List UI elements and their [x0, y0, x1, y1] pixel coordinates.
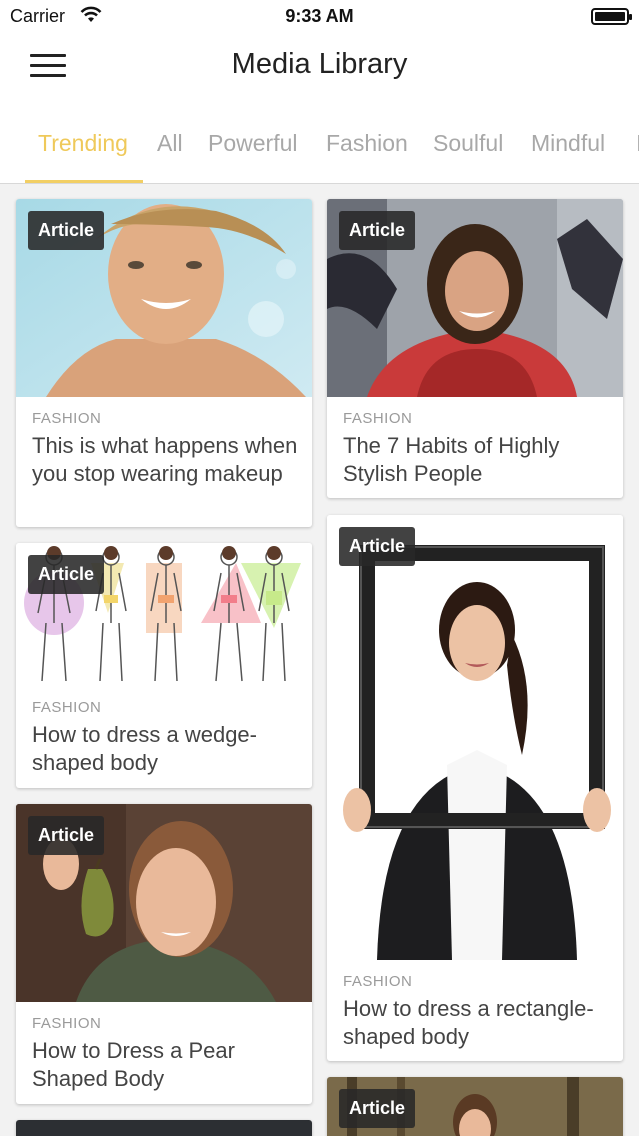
- article-category: FASHION: [343, 410, 413, 427]
- page-title: Media Library: [231, 48, 408, 80]
- article-image: [16, 1120, 312, 1136]
- tab-soulful[interactable]: Soulful: [433, 130, 503, 157]
- article-category: FASHION: [32, 699, 102, 716]
- tab-trending[interactable]: Trending: [38, 130, 128, 157]
- article-category: FASHION: [32, 1015, 102, 1032]
- article-badge: Article: [339, 211, 416, 250]
- status-bar: Carrier 9:33 AM: [0, 0, 639, 34]
- article-card[interactable]: Article: [327, 1077, 623, 1136]
- article-title: How to dress a rectangle-shaped body: [343, 996, 594, 1049]
- article-title: This is what happens when you stop weari…: [32, 433, 298, 486]
- active-tab-indicator: [25, 180, 143, 183]
- article-badge: Article: [28, 211, 105, 250]
- article-card[interactable]: Article FASHION How to dress a rectangle…: [327, 515, 623, 1061]
- article-badge: Article: [28, 555, 105, 594]
- article-image: [327, 515, 623, 960]
- article-badge: Article: [28, 816, 105, 855]
- article-card[interactable]: Article FASHION How to dress a wedge-sha…: [16, 543, 312, 788]
- nav-bar: Media Library: [0, 34, 639, 106]
- status-time: 9:33 AM: [285, 6, 354, 26]
- article-card[interactable]: Article FASHION This is what happens whe…: [16, 199, 312, 527]
- article-title: The 7 Habits of Highly Stylish People: [343, 433, 560, 486]
- article-category: FASHION: [343, 973, 413, 990]
- article-card[interactable]: Article FASHION How to Dress a Pear Shap…: [16, 804, 312, 1104]
- article-badge: Article: [339, 1089, 416, 1128]
- tab-all[interactable]: All: [157, 130, 183, 157]
- article-title: How to Dress a Pear Shaped Body: [32, 1038, 235, 1091]
- tab-fashion[interactable]: Fashion: [326, 130, 408, 157]
- category-tabs: Trending All Powerful Fashion Soulful Mi…: [0, 106, 639, 184]
- battery-icon: [591, 8, 632, 25]
- article-title: How to dress a wedge-shaped body: [32, 722, 257, 775]
- tab-mindful[interactable]: Mindful: [531, 130, 605, 157]
- article-badge: Article: [339, 527, 416, 566]
- article-card[interactable]: [16, 1120, 312, 1136]
- article-category: FASHION: [32, 410, 102, 427]
- tab-powerful[interactable]: Powerful: [208, 130, 297, 157]
- article-card[interactable]: Article FASHION The 7 Habits of Highly S…: [327, 199, 623, 498]
